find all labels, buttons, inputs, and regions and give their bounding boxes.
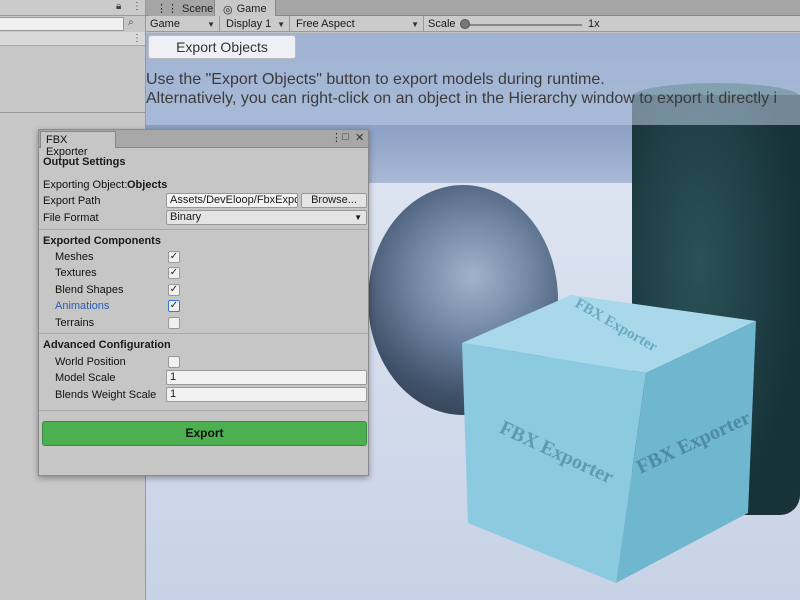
divider [39,410,368,411]
advanced-configuration-heading: Advanced Configuration [43,339,171,351]
hierarchy-list[interactable] [0,47,145,113]
scale-label: Scale [428,18,456,30]
chevron-down-icon: ▼ [411,19,419,29]
view-tabbar: ⋮⋮ Scene ◎ Game [146,0,800,17]
blend-shapes-checkbox[interactable]: ✓ [168,284,180,296]
chevron-down-icon: ▼ [354,213,362,222]
file-format-dropdown[interactable]: Binary ▼ [166,210,367,225]
lock-icon[interactable]: 🔒︎ [116,1,121,12]
model-scale-field[interactable]: 1 [166,370,367,385]
aspect-value: Free Aspect [296,18,355,30]
file-format-value: Binary [170,211,202,223]
fbx-window-tab[interactable]: FBX Exporter [40,131,116,158]
model-scale-label: Model Scale [55,372,116,384]
export-path-field[interactable]: Assets/DevEloop/FbxExporter/Export [166,193,298,208]
exported-components-heading: Exported Components [43,235,161,247]
scale-value: 1x [588,18,600,30]
blend-shapes-label: Blend Shapes [55,284,124,296]
chevron-down-icon: ▼ [207,19,215,29]
kebab-icon[interactable]: ⋮ [132,33,142,44]
export-path-label: Export Path [43,195,101,207]
divider [39,333,368,334]
display-mode-value: Game [150,18,180,30]
animations-checkbox[interactable]: ✓ [168,300,180,312]
world-position-label: World Position [55,356,126,368]
hierarchy-search-row: ⌕ [0,17,145,31]
output-settings-heading: Output Settings [43,156,126,168]
textures-checkbox[interactable]: ✓ [168,267,180,279]
kebab-icon[interactable]: ⋮ [331,131,342,144]
scene-grid-icon: ⋮⋮ [156,3,178,15]
hierarchy-search-input[interactable] [0,17,124,31]
tab-scene-label: Scene [182,2,214,15]
close-icon[interactable]: ✕ [355,131,364,144]
blends-weight-scale-label: Blends Weight Scale [55,389,157,401]
hierarchy-header-row[interactable]: ⋮ [0,32,145,46]
gamepad-icon: ◎ [223,3,233,16]
divider [39,229,368,230]
aspect-dropdown[interactable]: Free Aspect ▼ [292,16,424,32]
hierarchy-toolbar: 🔒︎ ⋮ [0,0,145,16]
display-dropdown[interactable]: Display 1 ▼ [222,16,290,32]
tab-scene[interactable]: ⋮⋮ Scene [148,0,222,16]
export-button[interactable]: Export [42,421,367,446]
display-value: Display 1 [226,18,272,30]
blends-weight-scale-field[interactable]: 1 [166,387,367,402]
scale-slider-track[interactable] [462,24,582,26]
fbx-exporter-window: FBX Exporter ⋮ □ ✕ Output Settings Expor… [38,129,369,476]
export-objects-button[interactable]: Export Objects [148,35,296,59]
fbx-window-header: FBX Exporter ⋮ □ ✕ [39,130,368,158]
animations-label: Animations [55,300,110,312]
maximize-icon[interactable]: □ [342,131,349,143]
browse-button[interactable]: Browse... [301,193,367,208]
textures-label: Textures [55,267,97,279]
info-line-1: Use the "Export Objects" button to expor… [146,71,605,88]
chevron-down-icon: ▼ [277,19,285,29]
info-line-2: Alternatively, you can right-click on an… [146,90,778,107]
meshes-label: Meshes [55,251,94,263]
game-toolbar: Game ▼ Display 1 ▼ Free Aspect ▼ Scale 1… [146,16,800,32]
scale-slider-handle[interactable] [460,19,470,29]
cube-object: FBX Exporter FBX Exporter FBX Exporter [462,295,756,583]
search-icon[interactable]: ⌕ [128,17,134,28]
kebab-icon[interactable]: ⋮ [132,1,142,12]
terrains-checkbox[interactable] [168,317,180,329]
exporting-object-value: Objects [127,179,168,191]
world-position-checkbox[interactable] [168,356,180,368]
terrains-label: Terrains [55,317,95,329]
display-mode-dropdown[interactable]: Game ▼ [146,16,220,32]
exporting-object-label: Exporting Object: [43,179,128,191]
meshes-checkbox[interactable]: ✓ [168,251,180,263]
tab-game-label: Game [236,3,267,15]
file-format-label: File Format [43,212,99,224]
tab-game[interactable]: ◎ Game [214,0,276,17]
info-text: Use the "Export Objects" button to expor… [146,70,800,108]
